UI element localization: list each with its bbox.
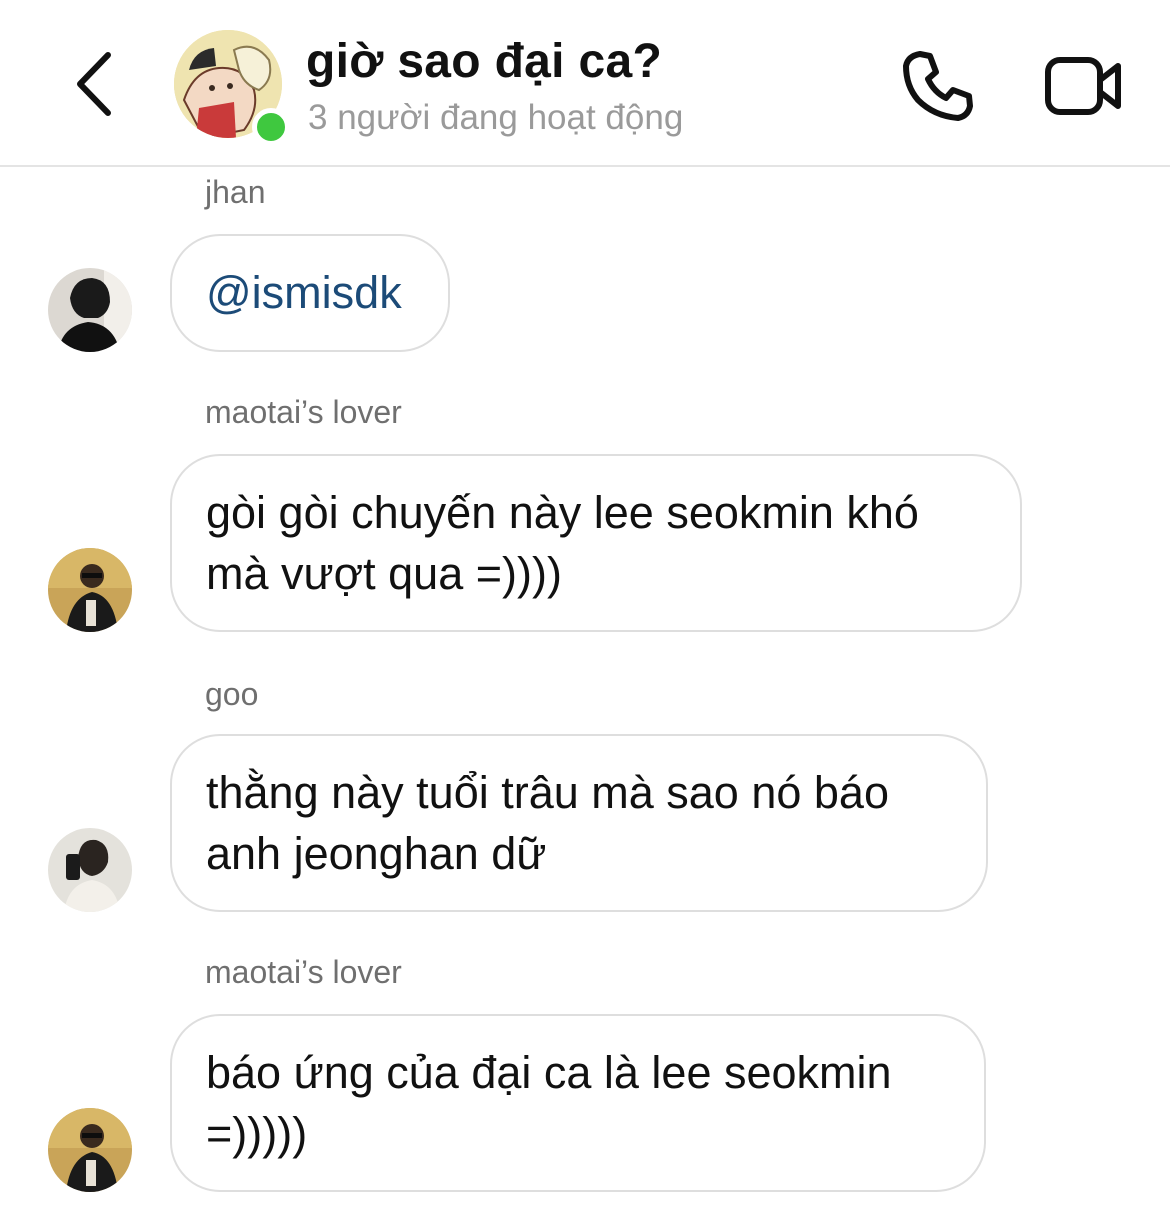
avatar[interactable] bbox=[48, 828, 132, 912]
message-sender: maotai’s lover bbox=[205, 394, 402, 430]
voice-call-button[interactable] bbox=[900, 48, 976, 124]
mention-link[interactable]: @ismisdk bbox=[206, 267, 402, 318]
video-camera-icon bbox=[1045, 57, 1121, 115]
message-text: gòi gòi chuyến này lee seokmin khó mà vư… bbox=[206, 487, 919, 599]
message-sender: goo bbox=[205, 676, 259, 712]
message-bubble[interactable]: báo ứng của đại ca là lee seokmin =))))) bbox=[170, 1014, 986, 1192]
avatar[interactable] bbox=[48, 1108, 132, 1192]
message-bubble[interactable]: gòi gòi chuyến này lee seokmin khó mà vư… bbox=[170, 454, 1022, 632]
avatar[interactable] bbox=[48, 548, 132, 632]
video-call-button[interactable] bbox=[1042, 48, 1126, 124]
phone-icon bbox=[903, 51, 973, 121]
group-avatar[interactable] bbox=[174, 30, 290, 146]
avatar[interactable] bbox=[48, 268, 132, 352]
message-sender: jhan bbox=[205, 174, 266, 210]
back-button[interactable] bbox=[62, 48, 126, 120]
message-bubble[interactable]: thằng này tuổi trâu mà sao nó báo anh je… bbox=[170, 734, 988, 912]
chevron-left-icon bbox=[77, 52, 111, 116]
message-text: thằng này tuổi trâu mà sao nó báo anh je… bbox=[206, 767, 889, 879]
active-status: 3 người đang hoạt động bbox=[308, 98, 684, 137]
message-sender: maotai’s lover bbox=[205, 954, 402, 990]
chat-screen: giờ sao đại ca? 3 người đang hoạt động j… bbox=[0, 0, 1170, 1219]
chat-header: giờ sao đại ca? 3 người đang hoạt động bbox=[0, 0, 1170, 167]
chat-title[interactable]: giờ sao đại ca? bbox=[306, 34, 662, 89]
message-bubble[interactable]: @ismisdk bbox=[170, 234, 450, 352]
online-indicator bbox=[252, 108, 290, 146]
message-text: báo ứng của đại ca là lee seokmin =))))) bbox=[206, 1047, 892, 1159]
